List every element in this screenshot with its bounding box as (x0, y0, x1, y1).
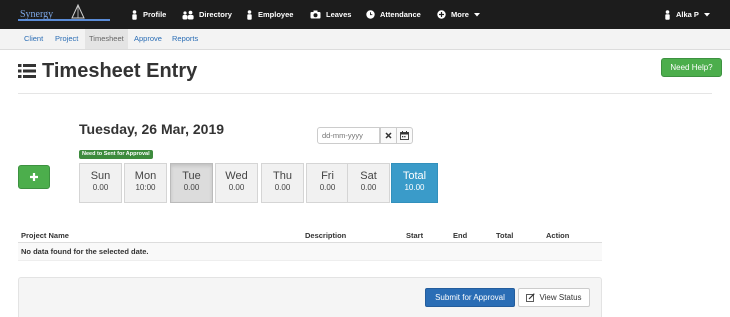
column-header: End (453, 231, 468, 240)
day-name: Wed (225, 170, 248, 182)
day-name: Tue (182, 170, 201, 182)
add-entry-button[interactable] (18, 165, 50, 189)
plus-icon (30, 173, 38, 181)
status-badge: Need to Sent for Approval (79, 150, 153, 159)
total-hours: 10.00 (404, 183, 425, 192)
caret-down-icon (703, 12, 710, 16)
nav-label: Directory (199, 10, 232, 19)
edit-icon (526, 293, 536, 302)
nav-label: Leaves (326, 10, 352, 19)
nav-leaves[interactable]: Leaves (310, 0, 351, 29)
page-title: Timesheet Entry (18, 58, 197, 84)
column-header: Start (406, 231, 424, 240)
column-header: Action (546, 231, 570, 240)
nav-profile[interactable]: Profile (131, 0, 166, 29)
day-name: Fri (321, 170, 334, 182)
brand-logo[interactable]: Synergy (18, 2, 110, 26)
day-name: Thu (273, 170, 292, 182)
user-icon (132, 9, 137, 20)
empty-table-message: No data found for the selected date. (18, 243, 602, 261)
column-header: Total (496, 231, 514, 240)
calendar-button[interactable] (396, 127, 413, 144)
sub-navbar: Client Project Timesheet Approve Reports (0, 29, 730, 50)
list-icon (18, 64, 36, 78)
nav-label: Profile (143, 10, 167, 19)
close-icon (385, 132, 392, 139)
brand-name: Synergy (20, 9, 53, 20)
day-name: Sat (360, 170, 377, 182)
day-hours: 0.00 (228, 183, 245, 192)
submit-for-approval-button[interactable]: Submit for Approval (425, 288, 515, 307)
user-icon (247, 9, 252, 20)
actions-panel: Submit for Approval View Status (18, 277, 602, 317)
nav-label: More (451, 10, 469, 19)
subnav-client[interactable]: Client (20, 29, 47, 49)
nav-label: Employee (258, 10, 294, 19)
day-hours: 0.00 (319, 183, 336, 192)
nav-directory[interactable]: Directory (182, 0, 232, 29)
subnav-timesheet[interactable]: Timesheet (85, 29, 128, 49)
day-hours: 10:00 (135, 183, 156, 192)
plus-circle-icon (437, 10, 446, 19)
date-input[interactable] (317, 127, 380, 144)
clear-date-button[interactable] (380, 127, 397, 144)
clock-icon (366, 10, 375, 19)
user-name: Alka P (676, 10, 699, 19)
day-name: Sun (90, 170, 111, 182)
subnav-project[interactable]: Project (51, 29, 82, 49)
column-header: Project Name (21, 231, 69, 240)
day-sun[interactable]: Sun 0.00 (79, 163, 122, 203)
caret-down-icon (473, 12, 480, 16)
day-hours: 0.00 (183, 183, 200, 192)
table-header-row: Project Name Description Start End Total… (18, 228, 602, 243)
day-fri[interactable]: Fri 0.00 (306, 163, 349, 203)
user-menu[interactable]: Alka P (664, 0, 710, 29)
day-wed[interactable]: Wed 0.00 (215, 163, 258, 203)
top-navbar: Synergy Profile Directory Employee Leave… (0, 0, 730, 29)
day-hours: 0.00 (92, 183, 109, 192)
nav-attendance[interactable]: Attendance (366, 0, 421, 29)
calendar-icon (400, 131, 409, 140)
column-header: Description (305, 231, 347, 240)
view-status-label: View Status (539, 293, 582, 302)
day-tue[interactable]: Tue 0.00 (170, 163, 213, 203)
nav-label: Attendance (380, 10, 421, 19)
day-hours: 0.00 (274, 183, 291, 192)
day-sat[interactable]: Sat 0.00 (347, 163, 390, 203)
day-thu[interactable]: Thu 0.00 (261, 163, 304, 203)
day-mon[interactable]: Mon 10:00 (124, 163, 167, 203)
nav-employee[interactable]: Employee (246, 0, 293, 29)
view-status-button[interactable]: View Status (518, 288, 590, 307)
selected-date-heading: Tuesday, 26 Mar, 2019 (79, 121, 225, 137)
subnav-approve[interactable]: Approve (130, 29, 166, 49)
divider (18, 93, 712, 94)
page-title-text: Timesheet Entry (42, 59, 198, 82)
camera-icon (310, 10, 321, 19)
users-icon (182, 10, 194, 19)
total-label: Total (402, 170, 427, 182)
day-total: Total 10.00 (391, 163, 438, 203)
subnav-reports[interactable]: Reports (168, 29, 202, 49)
user-icon (665, 9, 670, 20)
day-name: Mon (134, 170, 157, 182)
day-hours: 0.00 (360, 183, 377, 192)
nav-more[interactable]: More (437, 0, 480, 29)
need-help-button[interactable]: Need Help? (661, 58, 722, 77)
